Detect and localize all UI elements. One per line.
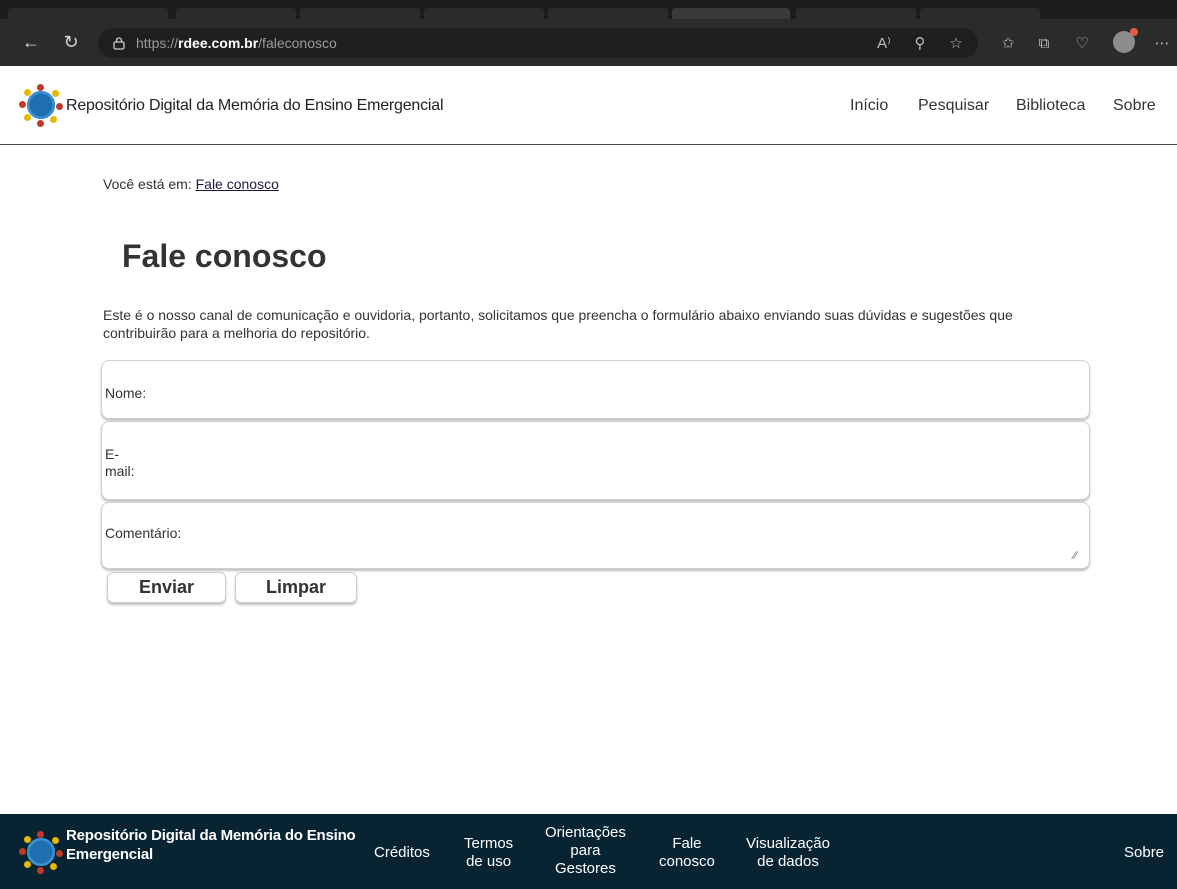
url-path: /faleconosco [258,35,337,51]
browser-tab[interactable] [424,8,544,19]
email-input[interactable] [152,450,1072,476]
submit-button[interactable]: Enviar [107,572,226,603]
footer-link-fale-conosco[interactable]: Fale conosco [659,835,715,871]
zoom-icon[interactable]: ⚲ [906,28,934,58]
browser-tab[interactable] [796,8,916,19]
name-label: Nome: [105,385,147,401]
address-bar[interactable]: https://rdee.com.br/faleconosco [98,28,978,58]
name-input[interactable] [152,379,1072,405]
url-domain: rdee.com.br [178,35,259,51]
nav-item-pesquisar[interactable]: Pesquisar [918,97,989,115]
email-field[interactable]: E-mail: [101,421,1090,500]
footer-brand-title[interactable]: Repositório Digital da Memória do Ensino… [66,826,366,864]
read-aloud-icon[interactable]: A⁾ [870,28,898,58]
site-brand-title[interactable]: Repositório Digital da Memória do Ensino… [66,97,444,115]
collections-icon[interactable]: ⧉ [1030,28,1058,58]
browser-tab[interactable] [920,8,1040,19]
browser-tab-active[interactable] [672,8,790,19]
favorite-star-icon[interactable]: ☆ [942,28,970,58]
url-protocol: https:// [136,35,179,51]
favorites-icon[interactable]: ✩ [994,28,1022,58]
site-footer: Repositório Digital da Memória do Ensino… [0,814,1177,889]
browser-tab[interactable] [300,8,420,19]
nav-item-sobre[interactable]: Sobre [1113,97,1156,115]
page-title: Fale conosco [122,238,327,274]
browser-tab-strip [0,0,1177,19]
footer-link-visualizacao-de-dados[interactable]: Visualização de dados [746,835,830,871]
comment-label: Comentário: [105,525,182,541]
resize-handle-icon[interactable]: ∕∕ [1073,550,1077,562]
comment-textarea[interactable] [192,517,1072,561]
browser-tab[interactable] [176,8,296,19]
browser-essentials-icon[interactable]: ♡ [1068,28,1096,58]
nav-item-biblioteca[interactable]: Biblioteca [1016,97,1085,115]
breadcrumb-link-fale-conosco[interactable]: Fale conosco [196,176,279,192]
site-header: Repositório Digital da Memória do Ensino… [0,66,1177,145]
more-icon[interactable]: ⋯ [1148,28,1176,58]
footer-link-creditos[interactable]: Créditos [374,844,430,862]
refresh-icon[interactable]: ↻ [56,27,86,57]
breadcrumb-prefix: Você está em: [103,176,192,192]
browser-tab[interactable] [8,8,168,19]
intro-text: Este é o nosso canal de comunicação e ou… [103,307,1013,341]
lock-icon[interactable] [112,36,126,50]
name-field[interactable]: Nome: [101,360,1090,419]
reset-button[interactable]: Limpar [235,572,357,603]
breadcrumb: Você está em: Fale conosco [103,176,279,192]
footer-link-orientacoes-para-gestores[interactable]: Orientações para Gestores [545,824,626,878]
nav-item-inicio[interactable]: Início [850,97,888,115]
footer-link-termos-de-uso[interactable]: Termos de uso [464,835,513,871]
browser-tab[interactable] [548,8,668,19]
back-arrow-icon[interactable]: ← [16,27,46,57]
profile-avatar[interactable] [1113,28,1138,53]
site-logo-icon[interactable] [19,84,63,127]
comment-field[interactable]: Comentário: ∕∕ [101,502,1090,569]
footer-link-sobre[interactable]: Sobre [1124,844,1164,862]
footer-logo-icon[interactable] [19,831,63,874]
email-label: E-mail: [105,446,135,479]
